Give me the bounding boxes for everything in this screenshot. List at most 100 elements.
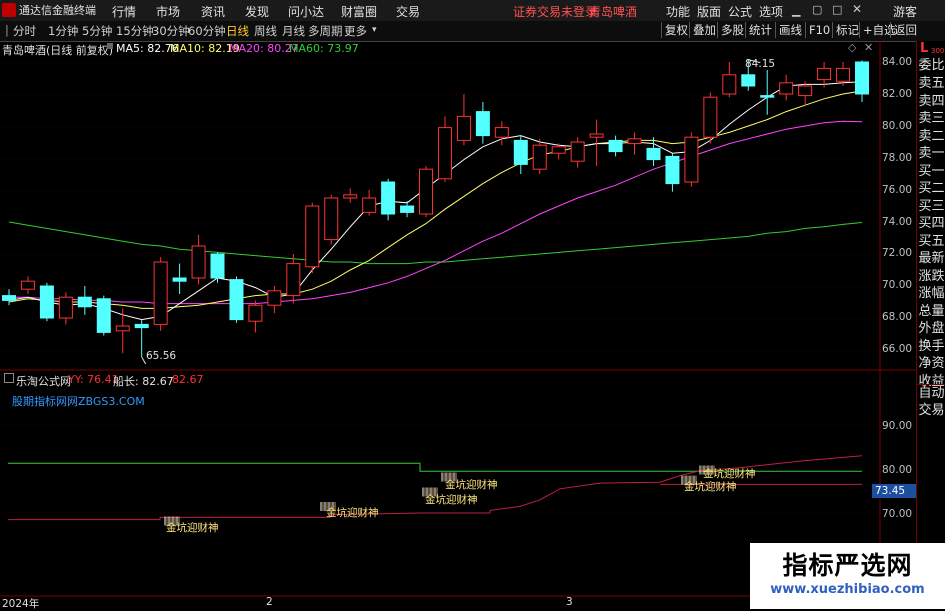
btn-f10[interactable]: F10 [805,22,833,38]
candle-body [77,296,92,308]
candle-body [798,85,813,97]
menu-gongneng[interactable]: 功能 [666,3,690,20]
signal-label: 金坑迎财神 [703,468,756,480]
signal-label: 金坑迎财神 [684,481,737,493]
panel-buy4: 买四 [918,216,945,231]
panel-turnover: 换手 [918,339,945,354]
ma-info-bar: 青岛啤酒(日线 前复权) MA5: 82.76 MA10: 82.19 MA20… [0,41,880,57]
ma60-line [8,221,863,265]
auto-trade-button[interactable]: 自动 交易 [917,384,945,423]
period-more[interactable]: 更多 [344,23,367,39]
btn-fuquan[interactable]: 复权 [661,22,691,38]
trade-login-status[interactable]: 证券交易未登录 [513,3,597,20]
candle-body [760,95,775,98]
candle-body [437,127,452,180]
ma60-label: MA60: 73.97 [289,42,359,55]
candle-body [684,136,699,183]
price-tick-72: 72.00 [882,247,913,259]
indicator-tick-80: 80.00 [882,464,913,476]
candle-body [134,323,149,329]
menu-caifuquan[interactable]: 财富圈 [341,3,377,20]
indicator-name[interactable]: 乐淘公式网 [16,373,71,389]
menu-zixun[interactable]: 资讯 [201,3,225,20]
price-tick-76: 76.00 [882,184,913,196]
menu-faxian[interactable]: 发现 [245,3,269,20]
panel-buy5: 买五 [918,234,945,249]
watermark-banner: 指标严选网 www.xuezhibiao.com [750,543,945,609]
kline-chart[interactable] [0,41,916,609]
candle-body [589,133,604,138]
candle-body [248,304,263,322]
indicator-tick-90: 90.00 [882,420,913,432]
price-tick-68: 68.00 [882,311,913,323]
candle-body [210,253,225,279]
minimize-window-icon[interactable]: ▁ [792,4,800,17]
candle-body [703,96,718,138]
signal-label: 金坑迎财神 [445,479,498,491]
candle-body [58,296,73,319]
period-30min[interactable]: 30分钟 [152,23,190,39]
period-1min[interactable]: 1分钟 [48,23,78,39]
panel-weibi: 委比 [918,58,945,73]
btn-biaoji[interactable]: 标记 [832,22,862,38]
btn-huaxian[interactable]: 画线 [775,22,805,38]
candle-body [172,277,187,282]
period-toolbar: | 分时 1分钟 5分钟 15分钟 30分钟 60分钟 日线 周线 月线 多周期… [0,21,945,42]
indicator-chuanzhang-value: 船长: 82.67 [113,375,174,388]
period-multi[interactable]: 多周期 [308,23,343,39]
indicator-extra-value: 82.67 [172,373,204,386]
panel-sell4: 卖四 [918,94,945,109]
period-5min[interactable]: 5分钟 [82,23,112,39]
period-weekly[interactable]: 周线 [254,23,277,39]
price-tick-84: 84.00 [882,56,913,68]
candle-body [20,280,35,290]
panel-net-assets: 净资 [918,356,945,371]
info-toggle-icon[interactable] [107,43,113,49]
candle-body [381,181,396,215]
toolbar-grip-icon: | [5,23,9,37]
btn-diejia[interactable]: 叠加 [689,22,719,38]
menu-jiaoyi[interactable]: 交易 [396,3,420,20]
candle-body [494,127,509,138]
btn-back[interactable]: 返回 [890,22,920,38]
candle-body [532,144,547,170]
menu-bar: 通达信金融终端 行情 市场 资讯 发现 问小达 财富圈 交易 证券交易未登录 青… [0,0,945,22]
indicator-website[interactable]: 股期指标网网ZBGS3.COM [12,393,145,409]
menu-gongshi[interactable]: 公式 [728,3,752,20]
period-60min[interactable]: 60分钟 [188,23,226,39]
chart-settings-icon[interactable]: ◇ [848,41,856,54]
chart-close-icon[interactable]: ✕ [864,41,873,54]
indicator-tick-70: 70.00 [882,508,913,520]
candle-body [646,147,661,161]
period-15min[interactable]: 15分钟 [116,23,154,39]
menu-wenxiaoda[interactable]: 问小达 [288,3,324,20]
price-tick-74: 74.00 [882,216,913,228]
user-guest[interactable]: 游客 [893,3,917,20]
auto-trade-label-2: 交易 [918,403,945,418]
period-fenshi[interactable]: 分时 [13,23,36,39]
more-dropdown-icon[interactable]: ▾ [372,25,377,35]
close-window-icon[interactable]: ✕ [852,2,862,16]
candle-body [475,111,490,137]
restore-window-icon[interactable]: ▢ [812,3,822,16]
candle-body [267,290,282,306]
panel-sell1: 卖一 [918,146,945,161]
menu-banmian[interactable]: 版面 [697,3,721,20]
menu-shichang[interactable]: 市场 [156,3,180,20]
maximize-window-icon[interactable]: □ [832,3,842,16]
indicator-collapse-icon[interactable] [4,373,14,383]
btn-tongji[interactable]: 统计 [745,22,775,38]
candle-body [343,194,358,199]
menu-xuanxiang[interactable]: 选项 [759,3,783,20]
period-monthly[interactable]: 月线 [282,23,305,39]
watermark-url: www.xuezhibiao.com [770,582,925,597]
candle-body [817,67,832,81]
candle-body [513,139,528,165]
panel-sell3: 卖三 [918,111,945,126]
candle-body [836,67,851,82]
menu-hangqing[interactable]: 行情 [112,3,136,20]
signal-label: 金坑迎财神 [166,522,219,534]
btn-duogu[interactable]: 多股 [717,22,747,38]
period-daily[interactable]: 日线 [226,23,249,39]
low-price-marker: 65.56 [146,350,177,362]
